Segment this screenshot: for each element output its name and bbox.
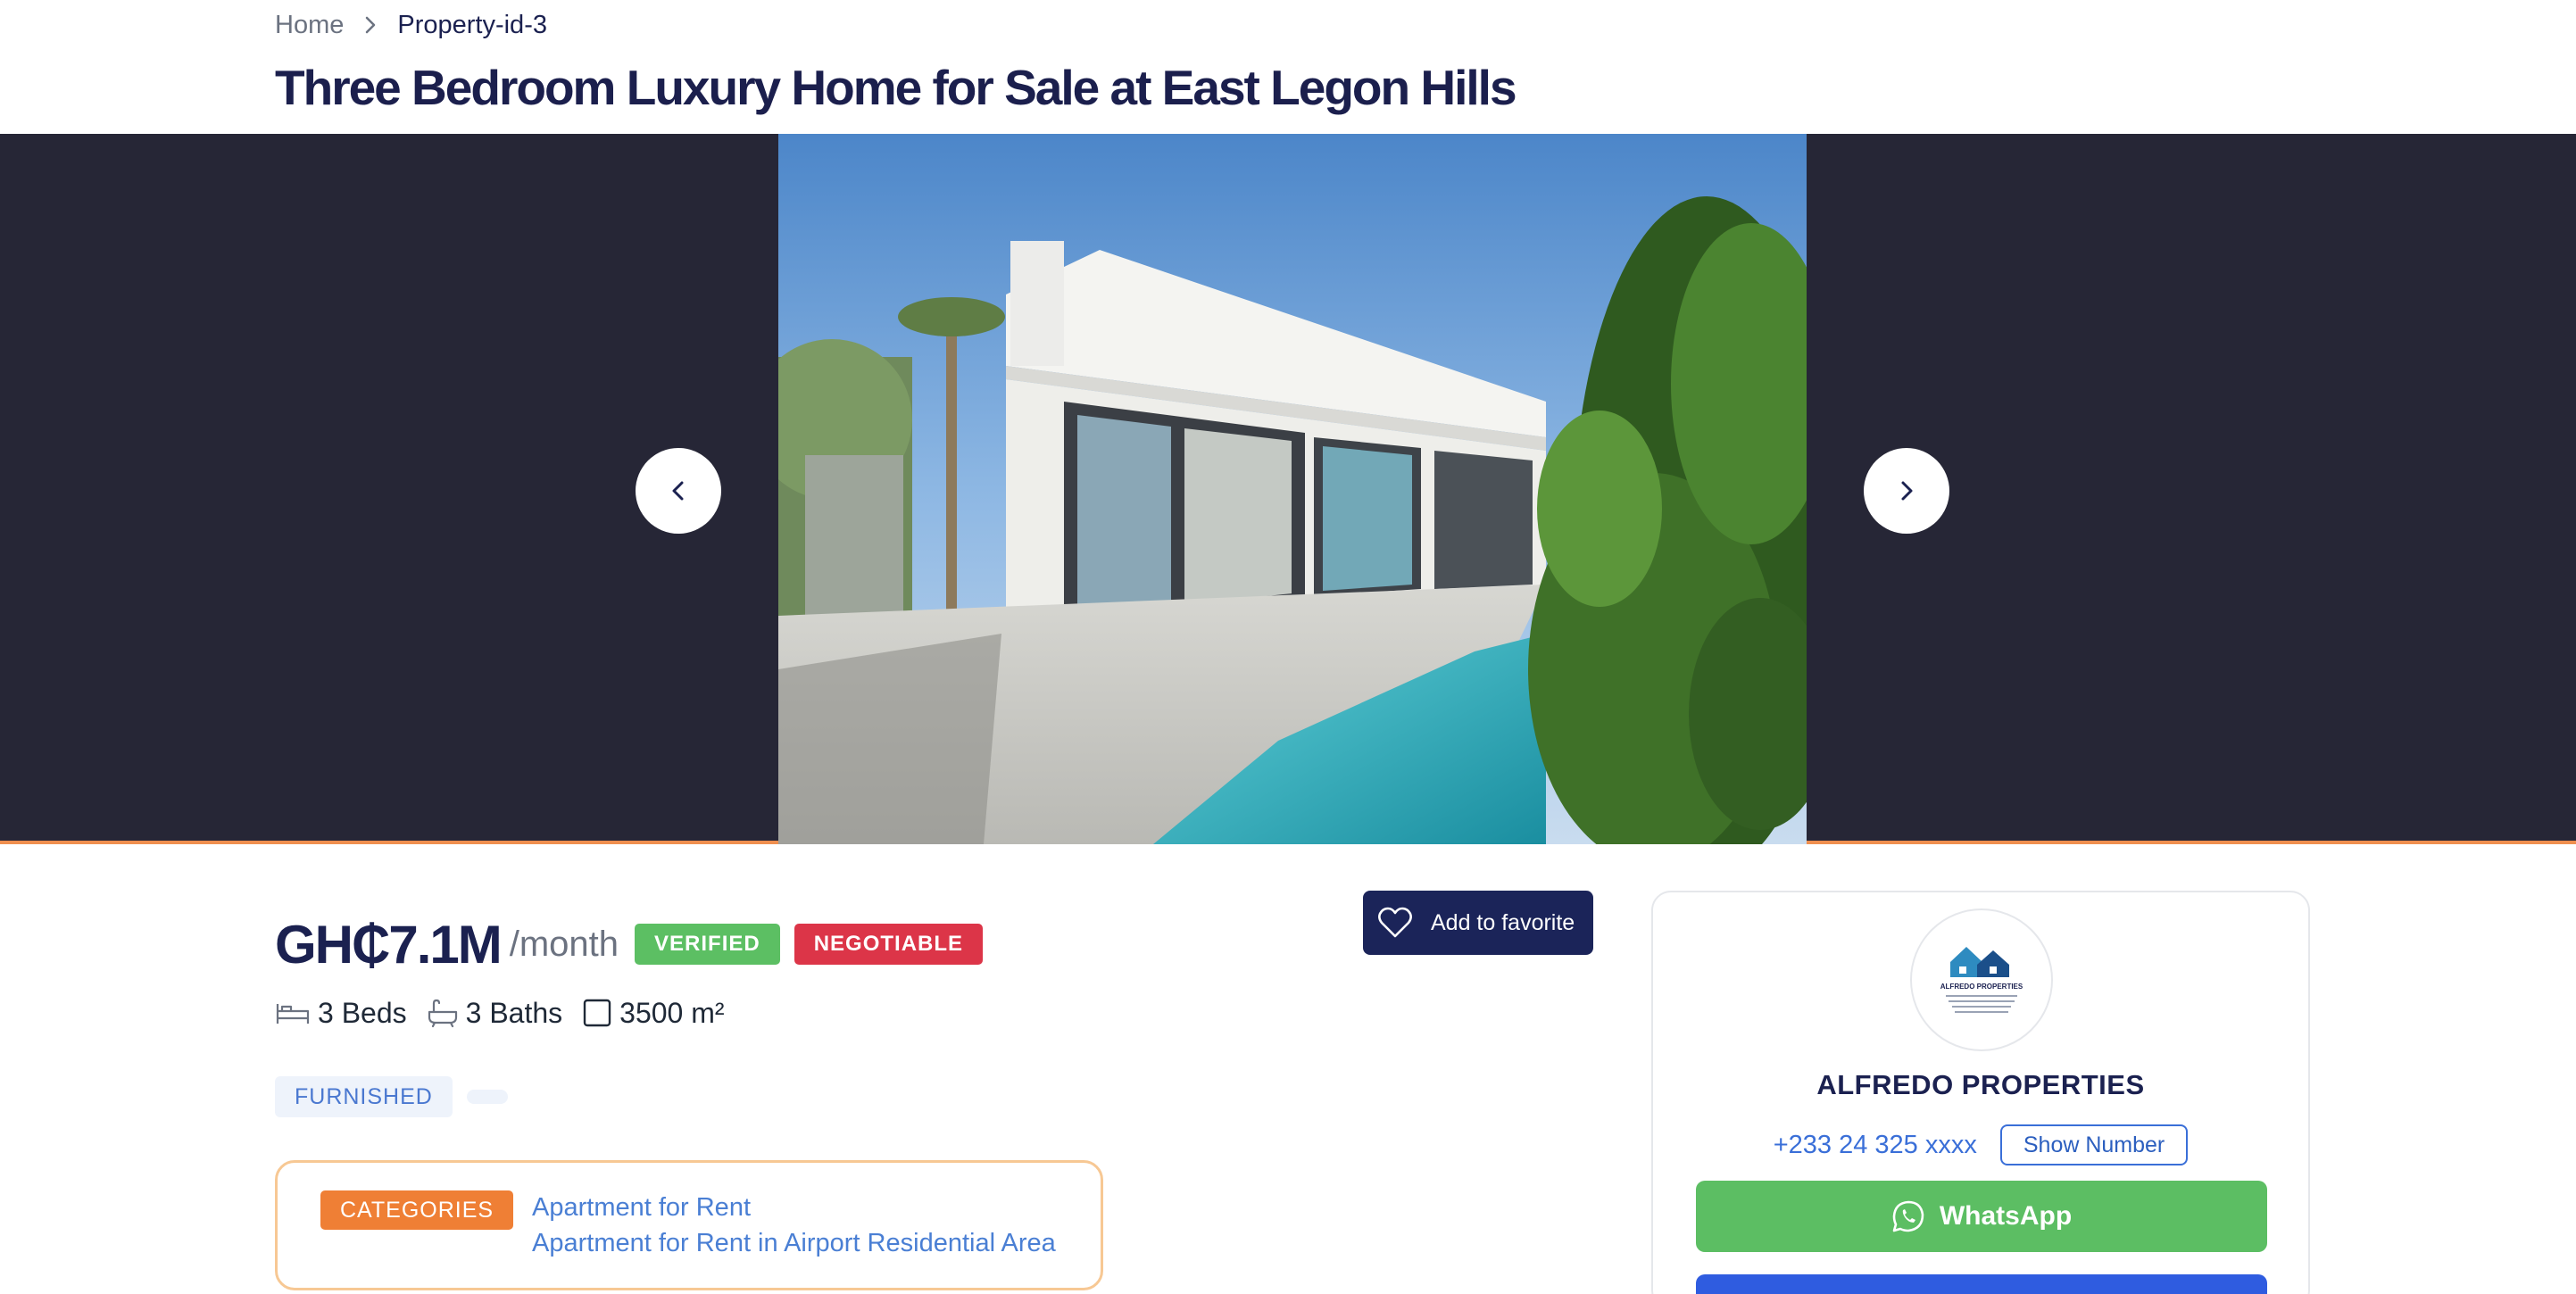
breadcrumb-current: Property-id-3	[397, 10, 547, 39]
categories-box: CATEGORIES Apartment for Rent Apartment …	[275, 1160, 1103, 1290]
category-link-airport-residential[interactable]: Apartment for Rent in Airport Residentia…	[532, 1225, 1056, 1261]
property-photo	[778, 134, 1807, 844]
category-link-apartment-rent[interactable]: Apartment for Rent	[532, 1190, 1056, 1225]
feature-tags: FURNISHED	[275, 1076, 508, 1117]
verified-badge: VERIFIED	[635, 924, 780, 965]
chevron-right-icon	[1901, 481, 1913, 501]
negotiable-badge: NEGOTIABLE	[794, 924, 984, 965]
breadcrumb: Home Property-id-3	[275, 9, 547, 41]
category-links: Apartment for Rent Apartment for Rent in…	[532, 1190, 1056, 1261]
categories-label: CATEGORIES	[320, 1190, 514, 1230]
gallery-next-button[interactable]	[1864, 448, 1949, 534]
area-icon	[583, 999, 611, 1027]
call-button[interactable]	[1696, 1274, 2267, 1294]
heart-icon	[1378, 907, 1412, 938]
baths-spec: 3 Baths	[427, 996, 563, 1030]
area-label: 3500 m²	[619, 996, 725, 1029]
chevron-left-icon	[672, 481, 684, 501]
bath-icon	[428, 999, 457, 1028]
price-unit: /month	[509, 924, 619, 964]
add-to-favorite-button[interactable]: Add to favorite	[1363, 891, 1593, 955]
favorite-label: Add to favorite	[1431, 909, 1575, 935]
agent-phone: +233 24 325 xxxx	[1773, 1130, 1977, 1159]
empty-tag	[466, 1090, 508, 1104]
bed-icon	[276, 1004, 310, 1024]
area-spec: 3500 m²	[582, 996, 725, 1030]
beds-spec: 3 Beds	[275, 997, 407, 1030]
phone-row: +233 24 325 xxxx Show Number	[1653, 1124, 2308, 1165]
page-title: Three Bedroom Luxury Home for Sale at Ea…	[275, 60, 1517, 115]
property-specs: 3 Beds 3 Baths 3500 m²	[275, 991, 744, 1035]
baths-label: 3 Baths	[465, 996, 563, 1029]
price-row: GH₵7.1M /month VERIFIED NEGOTIABLE	[275, 908, 984, 980]
show-number-button[interactable]: Show Number	[1999, 1124, 2189, 1165]
agent-logo-text: ALFREDO PROPERTIES	[1940, 983, 2023, 991]
beds-label: 3 Beds	[318, 996, 407, 1029]
furnished-tag: FURNISHED	[275, 1076, 453, 1117]
agent-card: ALFREDO PROPERTIES ALFREDO PROPERTIES +2…	[1651, 891, 2310, 1294]
whatsapp-label: WhatsApp	[1939, 1201, 2073, 1231]
whatsapp-button[interactable]: WhatsApp	[1696, 1181, 2267, 1252]
breadcrumb-home[interactable]: Home	[275, 11, 344, 40]
price: GH₵7.1M	[275, 914, 503, 975]
chevron-right-icon	[344, 15, 397, 35]
gallery-prev-button[interactable]	[636, 448, 721, 534]
image-gallery	[0, 134, 2576, 844]
whatsapp-icon	[1892, 1200, 1924, 1232]
agent-name: ALFREDO PROPERTIES	[1816, 1069, 2145, 1100]
agent-logo[interactable]: ALFREDO PROPERTIES	[1910, 908, 2053, 1051]
